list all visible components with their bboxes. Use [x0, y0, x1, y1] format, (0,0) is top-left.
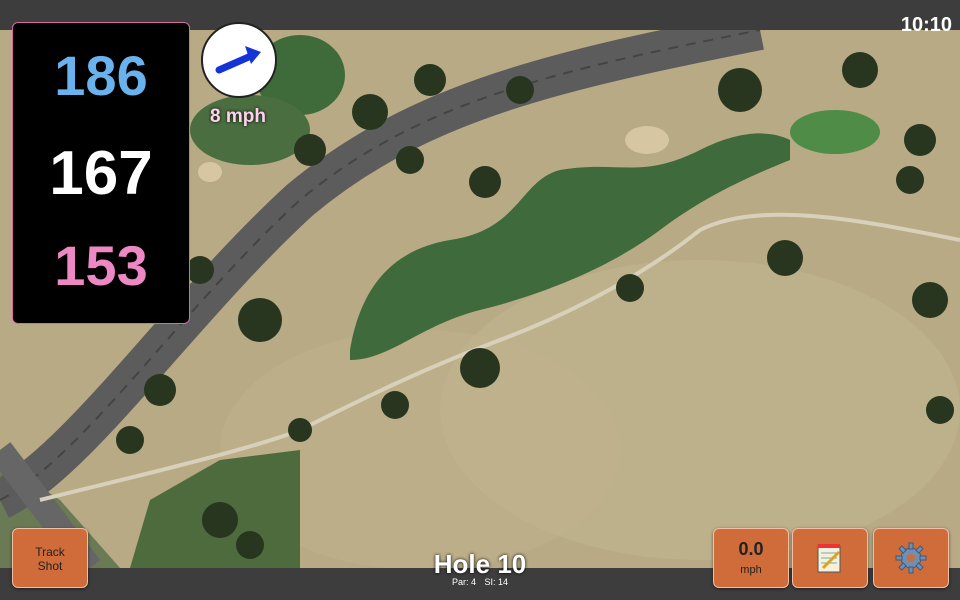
wind-arrow-icon: [215, 46, 261, 74]
clock: 10:10: [900, 14, 952, 36]
center-distance: 167: [49, 139, 153, 208]
hole-par: Par: 4: [451, 577, 476, 587]
track-shot-button[interactable]: Track Shot: [12, 528, 88, 588]
back-distance: 186: [54, 44, 148, 107]
speed-value: 0.0: [738, 539, 764, 559]
hole-si: SI: 14: [484, 577, 509, 587]
track-shot-label-2: Shot: [37, 559, 63, 573]
gear-icon: [895, 542, 927, 574]
distance-panel: 186 167 153: [12, 22, 190, 324]
hole-info: Par: 4 SI: 14: [380, 577, 580, 587]
front-distance: 153: [54, 234, 148, 297]
track-shot-label-1: Track: [35, 545, 65, 559]
wind-indicator: [201, 22, 277, 98]
speed-button[interactable]: 0.0 mph: [713, 528, 789, 588]
hole-title: Hole 10: [433, 549, 527, 579]
speed-unit: mph: [740, 564, 762, 576]
wind-speed: 8 mph: [210, 106, 266, 127]
notepad-icon: [817, 544, 841, 573]
settings-button[interactable]: [873, 528, 949, 588]
notes-button[interactable]: [792, 528, 868, 588]
